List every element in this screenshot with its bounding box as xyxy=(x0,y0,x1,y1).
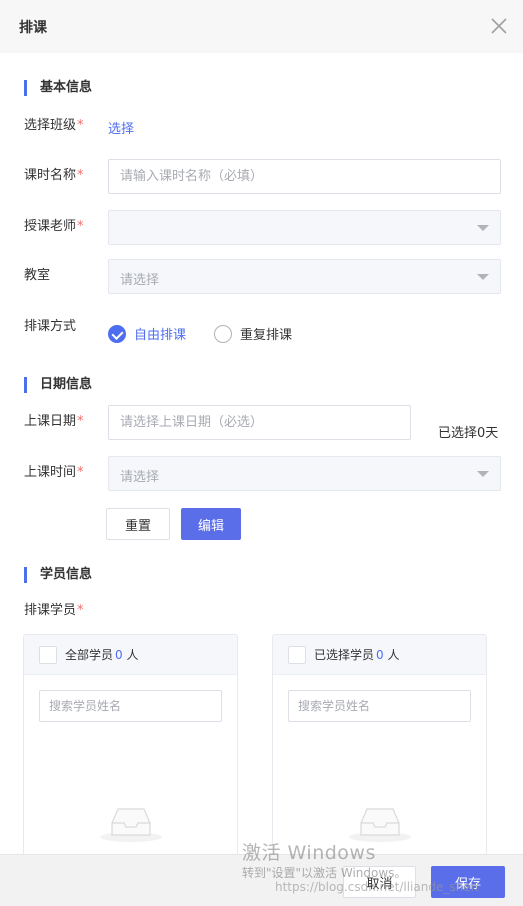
panel-title: 全部学员 0 人 xyxy=(65,648,139,662)
select-all-checkbox[interactable] xyxy=(39,645,57,664)
empty-inbox-icon xyxy=(349,808,411,842)
all-students-panel: 全部学员 0 人 xyxy=(23,634,238,874)
chevron-down-icon xyxy=(477,274,489,280)
edit-button[interactable]: 编辑 xyxy=(181,508,241,540)
windows-activation-watermark: 激活 Windows xyxy=(242,842,376,864)
date-label: 上课日期* xyxy=(24,414,84,429)
selected-days-count: 已选择0天 xyxy=(438,426,499,441)
radio-repeat-schedule[interactable]: 重复排课 xyxy=(214,324,292,343)
time-select[interactable]: 请选择 xyxy=(108,456,501,491)
lesson-name-label: 课时名称* xyxy=(24,168,84,183)
selected-students-search[interactable] xyxy=(288,690,471,722)
section-student-info: 学员信息 xyxy=(24,567,92,583)
teacher-select[interactable] xyxy=(108,210,501,245)
teacher-label: 授课老师* xyxy=(24,219,84,234)
chevron-down-icon xyxy=(477,225,489,231)
date-field[interactable] xyxy=(108,405,411,440)
all-students-search-input[interactable] xyxy=(40,691,221,721)
room-placeholder: 请选择 xyxy=(120,273,160,288)
blog-url-watermark: https://blog.csdn.net/lliande_shen xyxy=(275,880,479,894)
close-icon[interactable] xyxy=(489,16,509,36)
dialog-header: 排课 xyxy=(0,0,523,53)
mode-label: 排课方式 xyxy=(24,319,77,334)
lesson-name-field[interactable] xyxy=(108,159,501,194)
empty-inbox-icon xyxy=(100,808,162,842)
class-label: 选择班级* xyxy=(24,118,84,133)
select-class-link[interactable]: 选择 xyxy=(108,118,134,137)
room-label: 教室 xyxy=(24,268,51,283)
selected-students-search-input[interactable] xyxy=(289,691,470,721)
all-students-search[interactable] xyxy=(39,690,222,722)
lesson-name-input[interactable] xyxy=(109,160,500,193)
windows-activation-hint: 转到"设置"以激活 Windows。 xyxy=(242,866,407,880)
time-label: 上课时间* xyxy=(24,465,84,480)
radio-unchecked-icon xyxy=(214,324,232,343)
panel-title: 已选择学员 0 人 xyxy=(314,648,400,662)
section-date-info: 日期信息 xyxy=(24,377,92,393)
students-label: 排课学员* xyxy=(24,603,84,618)
select-all-selected-checkbox[interactable] xyxy=(288,645,306,664)
section-basic-info: 基本信息 xyxy=(24,80,92,96)
reset-button[interactable]: 重置 xyxy=(106,508,170,540)
room-select[interactable]: 请选择 xyxy=(108,259,501,294)
radio-free-schedule[interactable]: 自由排课 xyxy=(108,324,186,343)
time-placeholder: 请选择 xyxy=(120,470,160,485)
chevron-down-icon xyxy=(477,471,489,477)
date-input[interactable] xyxy=(109,406,410,439)
radio-checked-icon xyxy=(108,324,126,343)
panel-header: 已选择学员 0 人 xyxy=(273,635,486,675)
panel-header: 全部学员 0 人 xyxy=(24,635,237,675)
dialog-title: 排课 xyxy=(19,20,47,36)
